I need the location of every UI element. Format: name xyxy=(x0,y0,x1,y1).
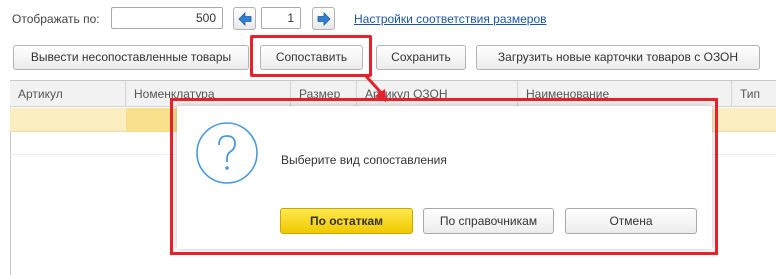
column-header-article[interactable]: Артикул xyxy=(10,81,126,107)
show-count-input[interactable]: 500 xyxy=(111,7,223,29)
save-button[interactable]: Сохранить xyxy=(376,45,466,70)
highlight-frame-match xyxy=(250,35,372,77)
size-settings-link[interactable]: Настройки соответствия размеров xyxy=(354,11,547,27)
show-unmatched-button[interactable]: Вывести несопоставленные товары xyxy=(13,45,249,70)
prev-page-button[interactable] xyxy=(233,7,256,30)
page-number-input[interactable]: 1 xyxy=(261,7,301,29)
highlight-frame-dialog xyxy=(170,98,718,255)
load-ozon-cards-button[interactable]: Загрузить новые карточки товаров с ОЗОН xyxy=(476,45,760,70)
next-page-button[interactable] xyxy=(312,7,335,30)
show-count-label: Отображать по: xyxy=(12,12,100,26)
arrow-left-icon xyxy=(238,12,252,26)
column-header-type[interactable]: Тип xyxy=(732,81,776,107)
arrow-right-icon xyxy=(317,12,331,26)
